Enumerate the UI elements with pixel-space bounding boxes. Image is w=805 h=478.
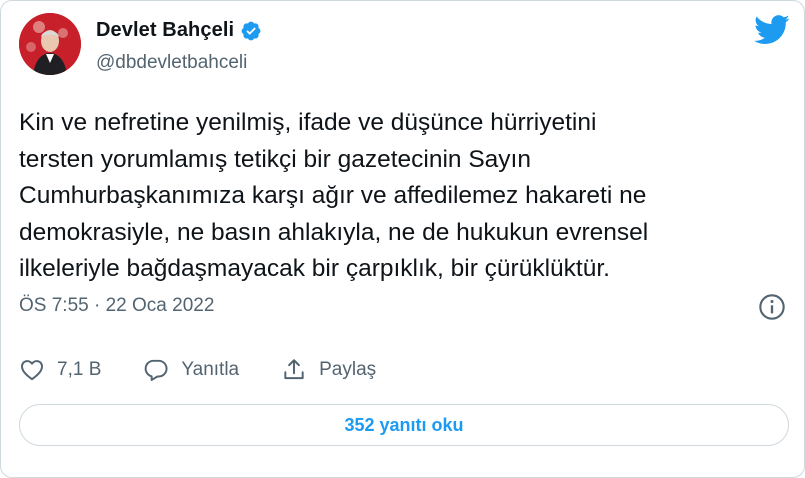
info-icon[interactable] bbox=[758, 293, 786, 321]
tweet-timestamp[interactable]: ÖS 7:55 · 22 Oca 2022 bbox=[19, 295, 214, 317]
avatar[interactable] bbox=[19, 13, 81, 75]
share-icon bbox=[284, 359, 304, 380]
heart-icon bbox=[21, 360, 43, 381]
tweet-text: Kin ve nefretine yenilmiş, ifade ve düşü… bbox=[19, 109, 649, 282]
author-display-name[interactable]: Devlet Bahçeli bbox=[96, 19, 234, 42]
share-button[interactable]: Paylaş bbox=[281, 357, 376, 383]
comment-icon bbox=[145, 359, 168, 381]
author-name-row: Devlet Bahçeli bbox=[96, 19, 262, 42]
reply-label: Yanıtla bbox=[181, 359, 240, 380]
read-replies-button[interactable]: 352 yanıtı oku bbox=[19, 404, 789, 446]
like-button[interactable]: 7,1 B bbox=[19, 357, 101, 383]
tweet-actions: 7,1 B Yanıtla Paylaş bbox=[19, 353, 418, 387]
tweet-card: Devlet Bahçeli @dbdevletbahceli Kin ve n… bbox=[0, 0, 805, 478]
verified-badge-icon bbox=[241, 21, 261, 40]
reply-button[interactable]: Yanıtla bbox=[143, 357, 239, 383]
twitter-bird-icon[interactable] bbox=[754, 15, 790, 45]
author-handle[interactable]: @dbdevletbahceli bbox=[96, 52, 247, 74]
share-label: Paylaş bbox=[319, 359, 377, 380]
like-count: 7,1 B bbox=[57, 359, 102, 380]
